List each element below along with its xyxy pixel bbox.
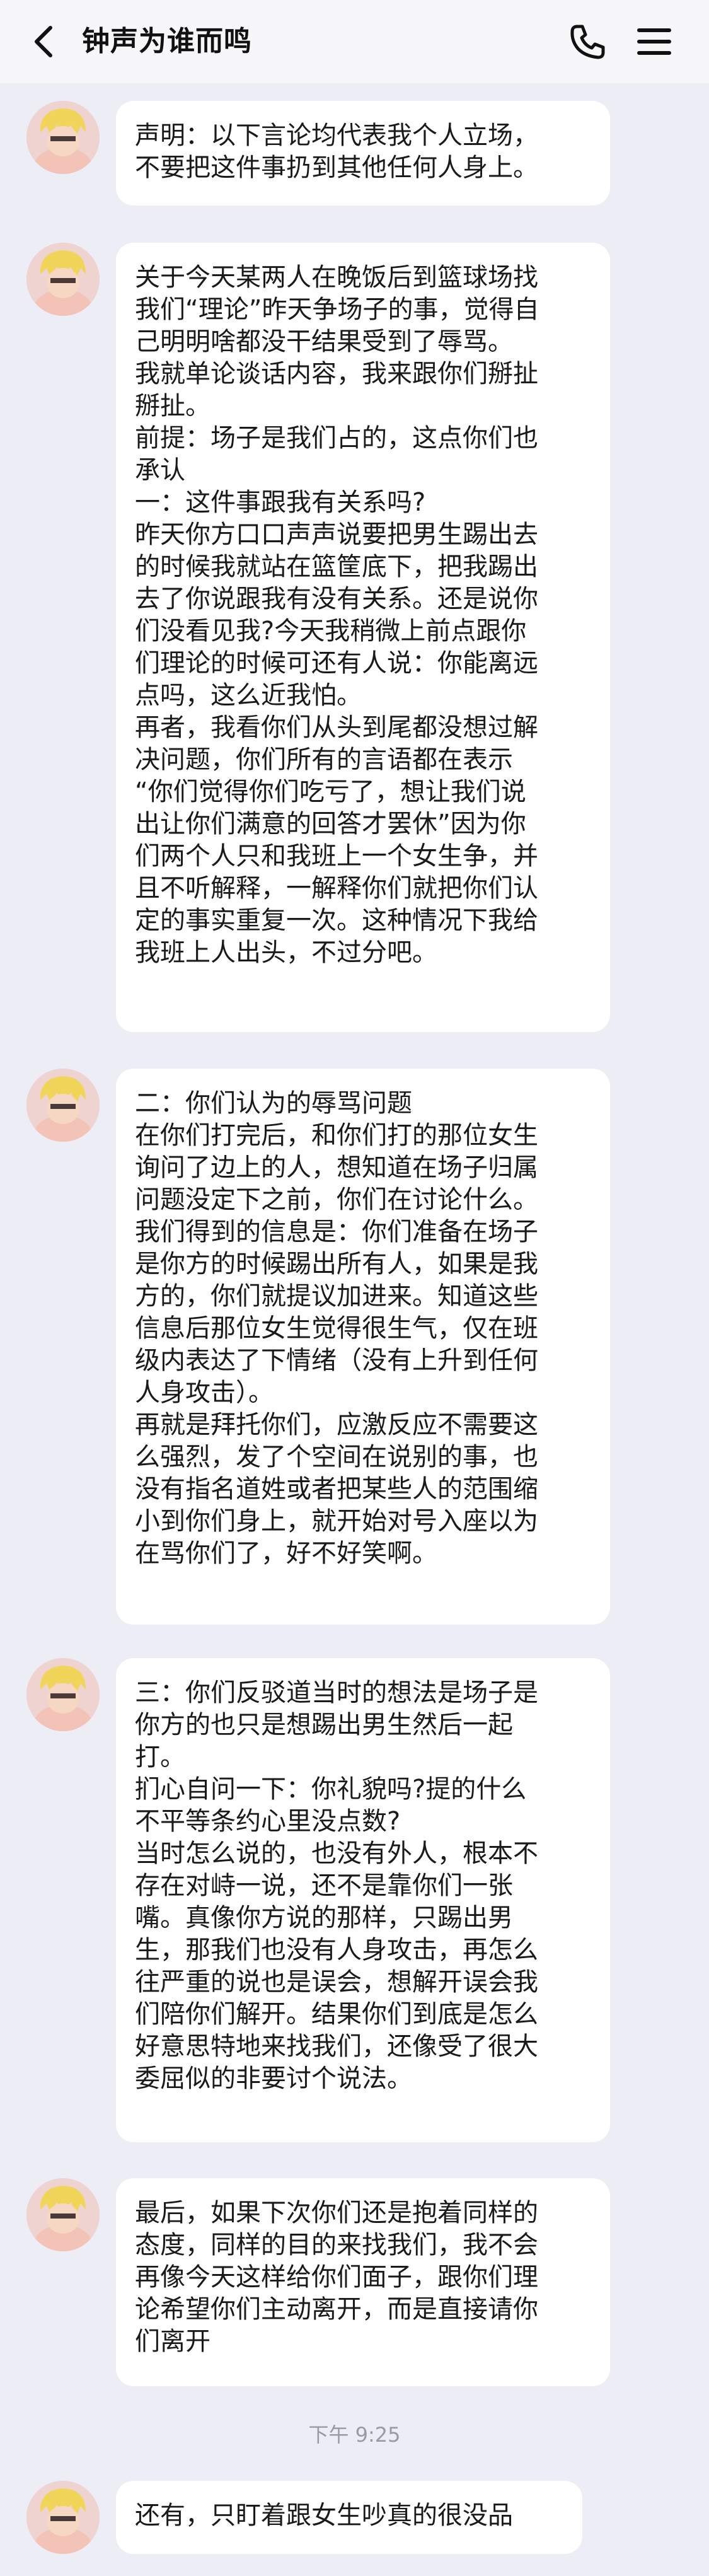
avatar-image: [26, 1069, 100, 1142]
avatar[interactable]: [26, 2481, 100, 2554]
chat-title: 钟声为谁而鸣: [82, 25, 252, 57]
avatar-image: [26, 2178, 100, 2251]
menu-button[interactable]: [634, 21, 674, 62]
avatar[interactable]: [26, 101, 100, 174]
avatar[interactable]: [26, 1658, 100, 1731]
message-bubble[interactable]: 声明：以下言论均代表我个人立场， 不要把这件事扔到其他任何人身上。: [116, 101, 610, 206]
message-bubble[interactable]: 还有，只盯着跟女生吵真的很没品: [116, 2481, 582, 2554]
chat-header: 钟声为谁而鸣: [0, 0, 709, 83]
avatar[interactable]: [26, 1069, 100, 1142]
message-timestamp: 下午 9:25: [308, 2423, 401, 2447]
message-bubble[interactable]: 三：你们反驳道当时的想法是场子是 你方的也只是想踢出男生然后一起 打。 扪心自问…: [116, 1658, 610, 2142]
avatar-image: [26, 243, 100, 316]
phone-icon: [570, 25, 605, 59]
message-bubble[interactable]: 二：你们认为的辱骂问题 在你们打完后，和你们打的那位女生 询问了边上的人，想知道…: [116, 1069, 610, 1625]
avatar-image: [26, 101, 100, 174]
avatar-image: [26, 2481, 100, 2554]
message-bubble[interactable]: 关于今天某两人在晚饭后到篮球场找 我们“理论”昨天争场子的事，觉得自 己明明啥都…: [116, 243, 610, 1032]
avatar[interactable]: [26, 243, 100, 316]
menu-icon: [637, 28, 671, 55]
message-bubble[interactable]: 最后，如果下次你们还是抱着同样的 态度，同样的目的来找我们，我不会 再像今天这样…: [116, 2178, 610, 2386]
back-button[interactable]: [25, 23, 63, 61]
call-button[interactable]: [567, 21, 608, 62]
avatar[interactable]: [26, 2178, 100, 2251]
avatar-image: [26, 1658, 100, 1731]
chevron-left-icon: [35, 26, 52, 57]
